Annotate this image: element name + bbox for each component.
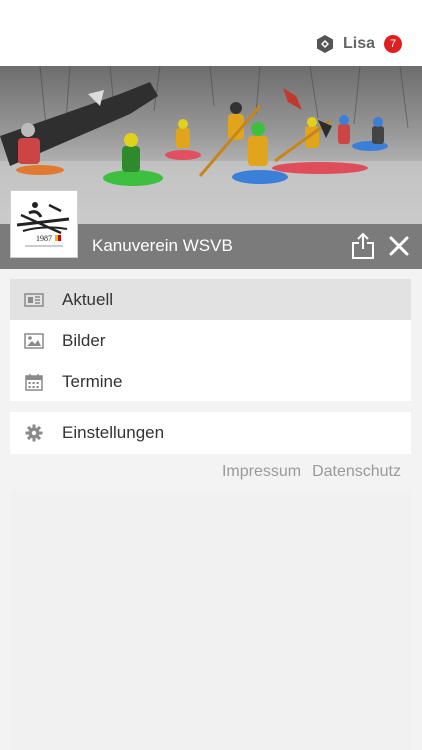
user-menu[interactable]: Lisa 7	[315, 32, 402, 56]
menu-item-bilder[interactable]: Bilder	[10, 320, 411, 361]
menu-item-label: Termine	[62, 371, 123, 391]
club-logo: 1987	[10, 190, 78, 258]
footer-links: Impressum Datenschutz	[222, 463, 401, 481]
close-icon[interactable]	[387, 234, 411, 258]
menu-item-label: Einstellungen	[62, 422, 165, 442]
menu-item-aktuell[interactable]: Aktuell	[10, 279, 411, 320]
main-menu: Aktuell Bilder Termine	[10, 279, 411, 401]
impressum-link[interactable]: Impressum	[222, 463, 301, 481]
menu-item-label: Bilder	[62, 330, 106, 350]
settings-menu: Einstellungen	[10, 412, 411, 454]
calendar-icon	[24, 373, 44, 391]
hexagon-logo-icon	[316, 35, 333, 53]
content-area	[10, 491, 411, 750]
user-name: Lisa	[342, 35, 375, 52]
share-icon[interactable]	[350, 232, 376, 260]
svg-text:1987: 1987	[36, 234, 52, 243]
image-icon	[24, 332, 44, 350]
menu-item-label: Aktuell	[62, 289, 114, 309]
menu-item-termine[interactable]: Termine	[10, 361, 411, 402]
notification-badge: 7	[384, 35, 402, 53]
gear-icon	[24, 424, 44, 442]
club-name: Kanuverein WSVB	[92, 236, 233, 255]
menu-item-einstellungen[interactable]: Einstellungen	[10, 412, 411, 453]
top-bar: Lisa 7	[0, 0, 422, 66]
newspaper-icon	[24, 291, 44, 309]
datenschutz-link[interactable]: Datenschutz	[312, 463, 401, 481]
